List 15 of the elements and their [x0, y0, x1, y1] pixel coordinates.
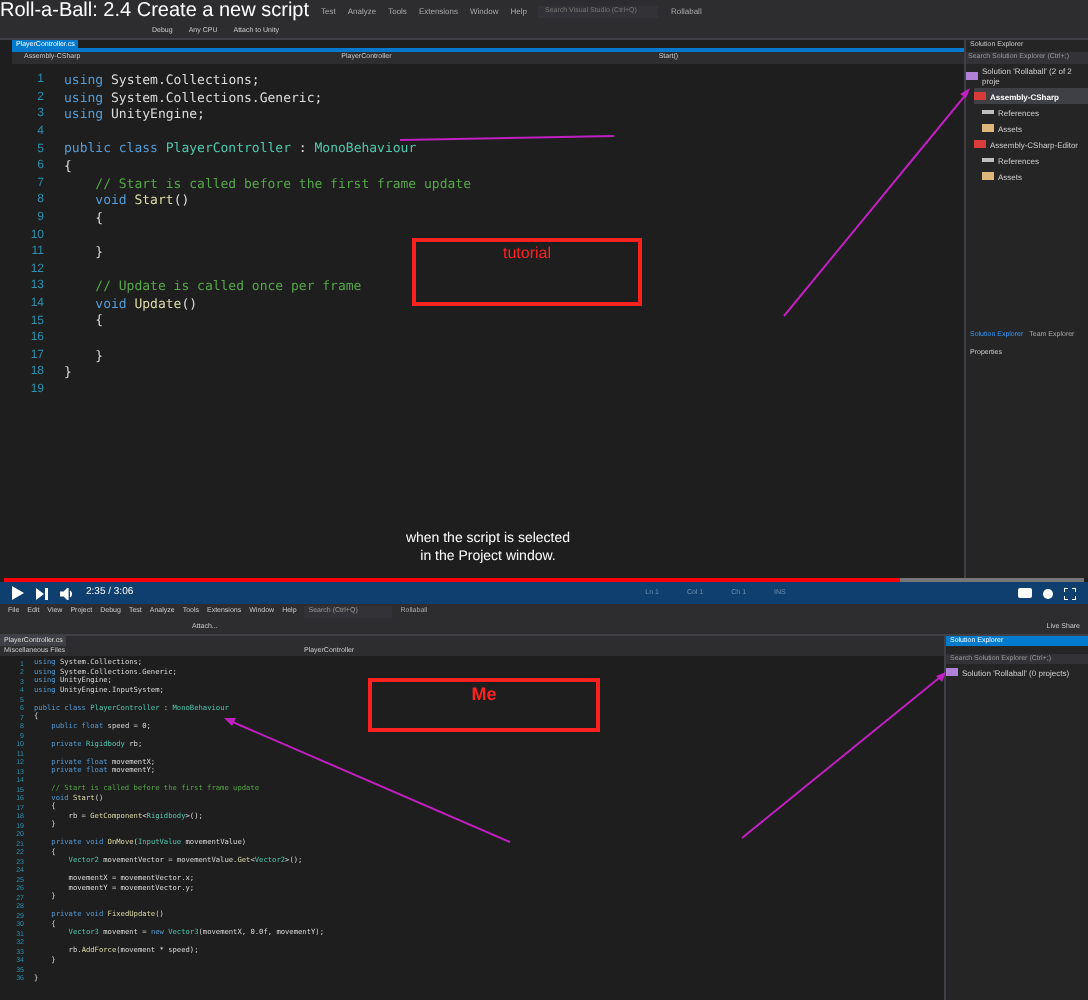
folder-icon	[982, 124, 994, 132]
folder-icon	[982, 172, 994, 180]
solution-icon	[946, 668, 958, 676]
fullscreen-icon[interactable]	[1064, 587, 1076, 599]
skip-next-icon[interactable]	[36, 587, 48, 599]
annotation-label: Me	[471, 682, 497, 708]
play-icon[interactable]	[12, 586, 24, 600]
project-icon	[974, 92, 986, 100]
solution-icon	[966, 72, 978, 80]
settings-icon[interactable]	[1042, 587, 1054, 599]
video-title: Roll-a-Ball: 2.4 Create a new script	[0, 2, 310, 22]
project-icon	[974, 140, 986, 148]
volume-icon[interactable]	[60, 587, 74, 599]
captions-icon[interactable]	[1018, 588, 1032, 598]
annotation-label: tutorial	[502, 242, 551, 266]
